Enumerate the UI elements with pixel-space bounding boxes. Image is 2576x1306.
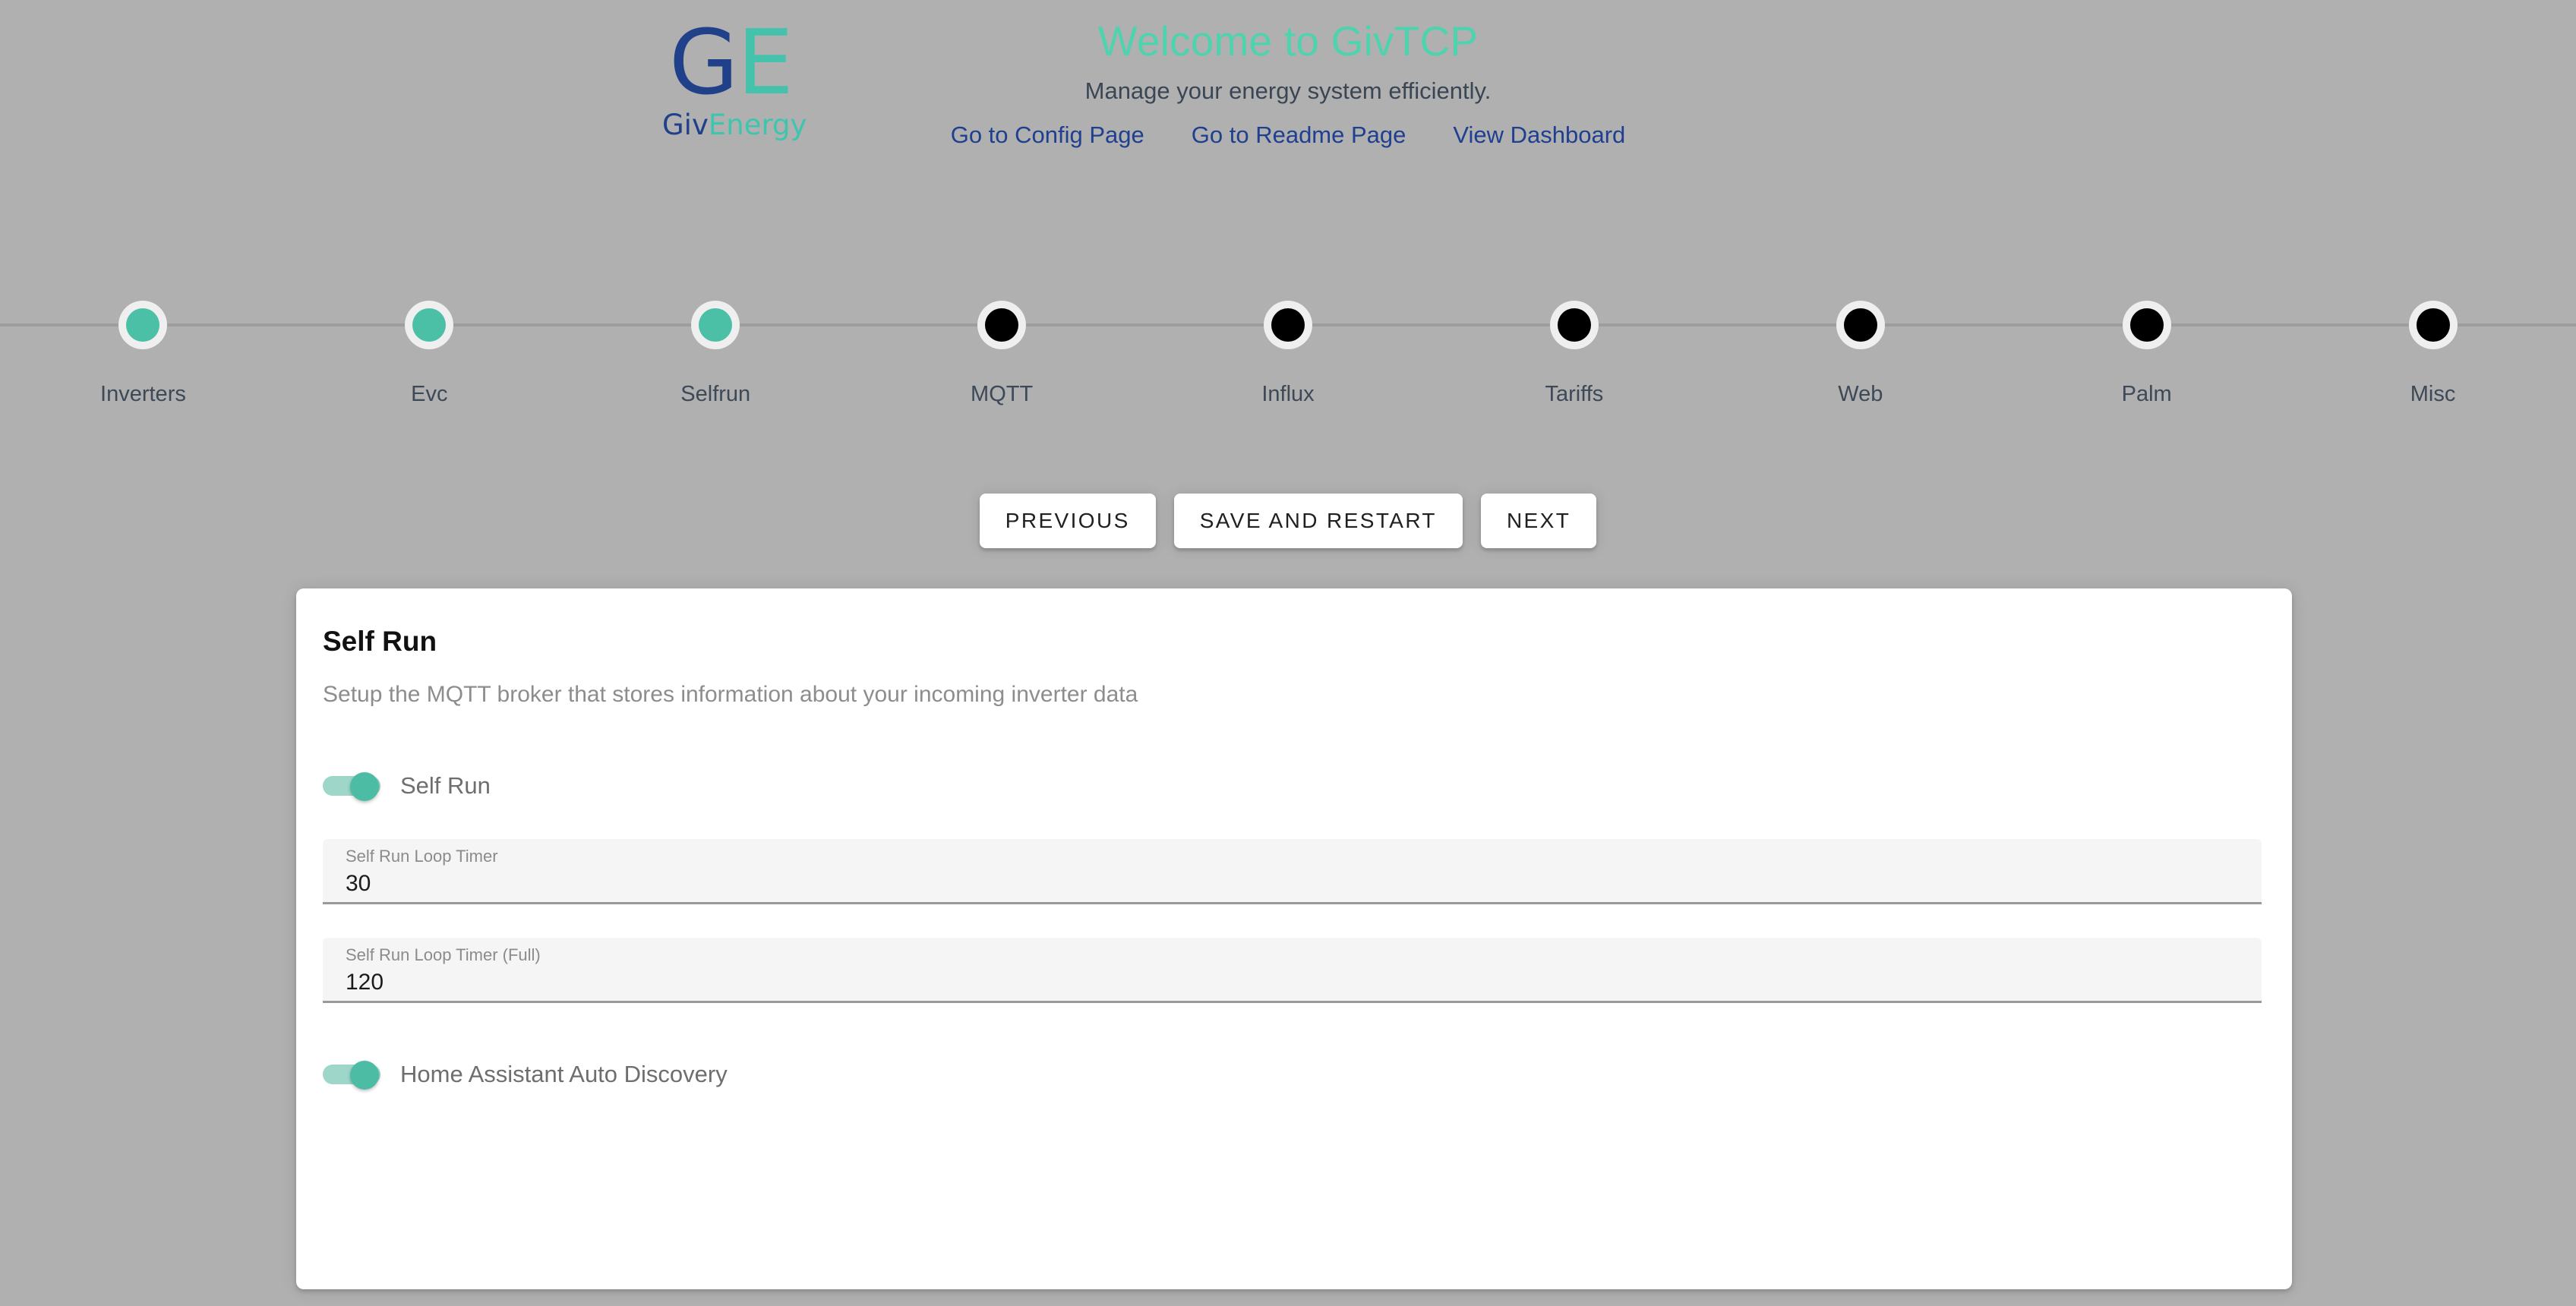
step-dot-icon	[1264, 301, 1312, 349]
step-label: MQTT	[859, 381, 1145, 407]
self-run-card: Self Run Setup the MQTT broker that stor…	[296, 588, 2292, 1289]
page-header: GE GivEnergy Welcome to GivTCP Manage yo…	[0, 0, 2576, 205]
wizard-actions: PREVIOUS SAVE AND RESTART NEXT	[0, 494, 2576, 548]
self-run-loop-timer-full-field[interactable]: Self Run Loop Timer (Full) 120	[323, 938, 2262, 1003]
step-dot-icon	[977, 301, 1026, 349]
step-label: Web	[1717, 381, 2003, 407]
field-label: Self Run Loop Timer (Full)	[346, 945, 2262, 965]
step-misc[interactable]: Misc	[2290, 251, 2576, 425]
ha-auto-discovery-toggle[interactable]	[323, 1061, 380, 1088]
step-dot-icon	[118, 301, 167, 349]
field-label: Self Run Loop Timer	[346, 847, 2262, 866]
step-tariffs[interactable]: Tariffs	[1431, 251, 1717, 425]
ha-auto-discovery-toggle-label: Home Assistant Auto Discovery	[400, 1061, 728, 1088]
page-subtitle: Manage your energy system efficiently.	[0, 65, 2576, 105]
step-palm[interactable]: Palm	[2003, 251, 2290, 425]
field-value[interactable]: 120	[346, 965, 2262, 997]
self-run-toggle-row[interactable]: Self Run	[323, 766, 2262, 806]
self-run-toggle-label: Self Run	[400, 772, 491, 800]
ha-auto-discovery-toggle-row[interactable]: Home Assistant Auto Discovery	[323, 1055, 2262, 1094]
header-links: Go to Config Page Go to Readme Page View…	[0, 105, 2576, 149]
step-dot-icon	[2123, 301, 2171, 349]
toggle-thumb	[350, 772, 379, 801]
step-dot-icon	[691, 301, 740, 349]
card-description: Setup the MQTT broker that stores inform…	[323, 658, 2262, 708]
step-label: Influx	[1145, 381, 1432, 407]
step-dot-icon	[1550, 301, 1599, 349]
link-readme-page[interactable]: Go to Readme Page	[1192, 121, 1406, 149]
step-dot-icon	[1836, 301, 1885, 349]
previous-button[interactable]: PREVIOUS	[980, 494, 1156, 548]
step-inverters[interactable]: Inverters	[0, 251, 286, 425]
header-center-block: Welcome to GivTCP Manage your energy sys…	[0, 0, 2576, 149]
config-stepper: Inverters Evc Selfrun MQTT Influx Tariff…	[0, 251, 2576, 425]
step-label: Selfrun	[573, 381, 859, 407]
stepper-steps: Inverters Evc Selfrun MQTT Influx Tariff…	[0, 251, 2576, 425]
field-value[interactable]: 30	[346, 866, 2262, 898]
step-mqtt[interactable]: MQTT	[859, 251, 1145, 425]
next-button[interactable]: NEXT	[1481, 494, 1596, 548]
save-and-restart-button[interactable]: SAVE AND RESTART	[1174, 494, 1463, 548]
step-dot-icon	[405, 301, 453, 349]
step-label: Misc	[2290, 381, 2576, 407]
page-title: Welcome to GivTCP	[0, 0, 2576, 65]
toggle-thumb	[350, 1061, 379, 1090]
link-config-page[interactable]: Go to Config Page	[951, 121, 1144, 149]
self-run-toggle[interactable]	[323, 772, 380, 800]
step-evc[interactable]: Evc	[286, 251, 573, 425]
step-label: Tariffs	[1431, 381, 1717, 407]
step-label: Evc	[286, 381, 573, 407]
card-title: Self Run	[323, 625, 2262, 658]
step-label: Inverters	[0, 381, 286, 407]
step-dot-icon	[2409, 301, 2458, 349]
self-run-loop-timer-field[interactable]: Self Run Loop Timer 30	[323, 839, 2262, 904]
step-label: Palm	[2003, 381, 2290, 407]
step-influx[interactable]: Influx	[1145, 251, 1432, 425]
step-web[interactable]: Web	[1717, 251, 2003, 425]
link-view-dashboard[interactable]: View Dashboard	[1453, 121, 1625, 149]
step-selfrun[interactable]: Selfrun	[573, 251, 859, 425]
